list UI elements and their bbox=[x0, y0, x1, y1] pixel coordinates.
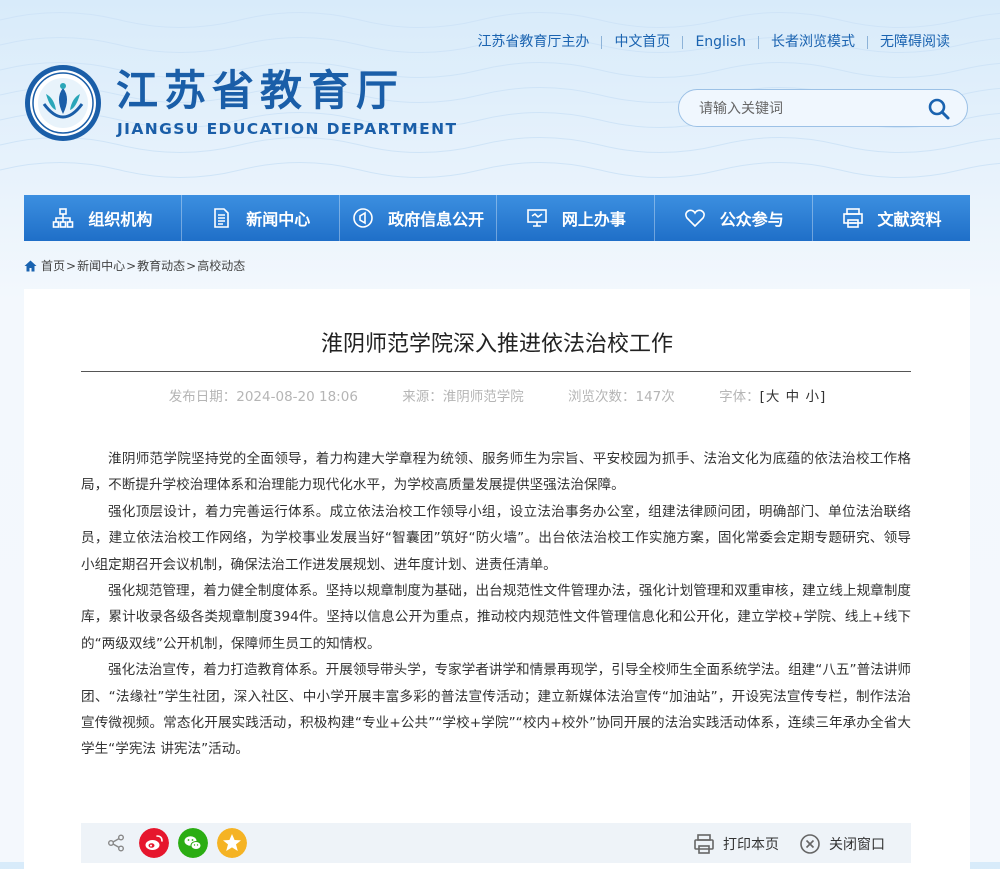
breadcrumb-home[interactable]: 首页 bbox=[41, 257, 65, 274]
top-link-host[interactable]: 江苏省教育厅主办 bbox=[465, 33, 601, 51]
main-nav: 组织机构 新闻中心 政府信息公开 网上办事 公众参与 文献资料 bbox=[24, 195, 970, 241]
breadcrumb-separator: > bbox=[66, 258, 77, 273]
nav-label: 文献资料 bbox=[877, 210, 942, 229]
top-link-chinese-home[interactable]: 中文首页 bbox=[602, 33, 682, 51]
nav-item-public-participation[interactable]: 公众参与 bbox=[655, 195, 814, 241]
search-input[interactable] bbox=[697, 98, 921, 120]
close-label: 关闭窗口 bbox=[829, 837, 885, 853]
nav-label: 网上办事 bbox=[561, 210, 626, 229]
font-size-small[interactable]: 小 bbox=[805, 389, 819, 405]
printer-icon bbox=[842, 208, 863, 228]
nav-item-organization[interactable]: 组织机构 bbox=[24, 195, 182, 241]
breadcrumb-separator: > bbox=[186, 258, 197, 273]
article-paragraph: 强化法治宣传，着力打造教育体系。开展领导带头学，专家学者讲学和情景再现学，引导全… bbox=[81, 662, 911, 758]
wechat-share-icon[interactable] bbox=[178, 828, 208, 858]
article-paragraph: 淮阴师范学院坚持党的全面领导，着力构建大学章程为统领、服务师生为宗旨、平安校园为… bbox=[81, 451, 911, 494]
top-links: 江苏省教育厅主办 中文首页 English 长者浏览模式 无障碍阅读 bbox=[465, 33, 962, 51]
article-meta: 发布日期：2024-08-20 18:06 来源：淮阴师范学院 浏览次数：147… bbox=[24, 388, 970, 406]
article-source: 来源：淮阴师范学院 bbox=[402, 389, 524, 405]
article-title: 淮阴师范学院深入推进依法治校工作 bbox=[320, 332, 673, 357]
nav-item-documents[interactable]: 文献资料 bbox=[813, 195, 970, 241]
printer-icon bbox=[694, 834, 714, 854]
heart-icon bbox=[684, 209, 705, 228]
font-size-medium[interactable]: 中 bbox=[786, 389, 800, 405]
font-size-large[interactable]: 大 bbox=[766, 389, 780, 405]
breadcrumb: 首页 > 新闻中心 > 教育动态 > 高校动态 bbox=[24, 257, 245, 274]
font-size-selector: 字体：[大 中 小] bbox=[719, 389, 826, 405]
site-subtitle-english: JIANGSU EDUCATION DEPARTMENT bbox=[117, 120, 458, 138]
nav-label: 新闻中心 bbox=[246, 210, 311, 229]
site-logo-icon[interactable] bbox=[24, 64, 102, 142]
title-divider bbox=[81, 371, 911, 372]
site-title: 江苏省教育厅 bbox=[116, 66, 405, 115]
article-panel: 淮阴师范学院深入推进依法治校工作 发布日期：2024-08-20 18:06 来… bbox=[24, 289, 970, 869]
top-link-elderly-mode[interactable]: 长者浏览模式 bbox=[759, 33, 867, 51]
breadcrumb-separator: > bbox=[126, 258, 137, 273]
article-body: 淮阴师范学院坚持党的全面领导，着力构建大学章程为统领、服务师生为宗旨、平安校园为… bbox=[81, 446, 911, 763]
search-icon[interactable] bbox=[927, 97, 951, 121]
print-button[interactable]: 打印本页 bbox=[693, 833, 779, 855]
close-icon bbox=[800, 834, 820, 854]
view-count: 浏览次数：147次 bbox=[568, 389, 675, 405]
share-bar: 打印本页 关闭窗口 bbox=[81, 823, 911, 863]
weibo-share-icon[interactable] bbox=[139, 828, 169, 858]
nav-label: 政府信息公开 bbox=[388, 210, 485, 229]
qzone-share-icon[interactable] bbox=[217, 828, 247, 858]
nav-item-news-center[interactable]: 新闻中心 bbox=[182, 195, 340, 241]
article-paragraph: 强化规范管理，着力健全制度体系。坚持以规章制度为基础，出台规范性文件管理办法，强… bbox=[81, 583, 911, 652]
home-icon bbox=[24, 260, 37, 271]
breadcrumb-news-center[interactable]: 新闻中心 bbox=[77, 257, 125, 274]
nav-item-online-services[interactable]: 网上办事 bbox=[497, 195, 656, 241]
publish-date: 发布日期：2024-08-20 18:06 bbox=[168, 389, 358, 405]
close-window-button[interactable]: 关闭窗口 bbox=[799, 833, 885, 855]
top-link-english[interactable]: English bbox=[683, 33, 758, 51]
breadcrumb-university-news[interactable]: 高校动态 bbox=[197, 257, 245, 274]
monitor-icon bbox=[527, 209, 547, 227]
nav-label: 组织机构 bbox=[88, 210, 153, 229]
document-icon bbox=[214, 208, 230, 228]
print-label: 打印本页 bbox=[723, 837, 779, 853]
nav-item-info-disclosure[interactable]: 政府信息公开 bbox=[340, 195, 498, 241]
nav-label: 公众参与 bbox=[719, 210, 784, 229]
article-paragraph: 强化顶层设计，着力完善运行体系。成立依法治校工作领导小组，设立法治事务办公室，组… bbox=[81, 503, 911, 573]
breadcrumb-education-news[interactable]: 教育动态 bbox=[137, 257, 185, 274]
org-chart-icon bbox=[53, 208, 74, 228]
speaker-icon bbox=[353, 208, 373, 228]
top-link-accessibility[interactable]: 无障碍阅读 bbox=[868, 33, 962, 51]
share-icon bbox=[108, 834, 124, 852]
search-box bbox=[678, 89, 968, 127]
